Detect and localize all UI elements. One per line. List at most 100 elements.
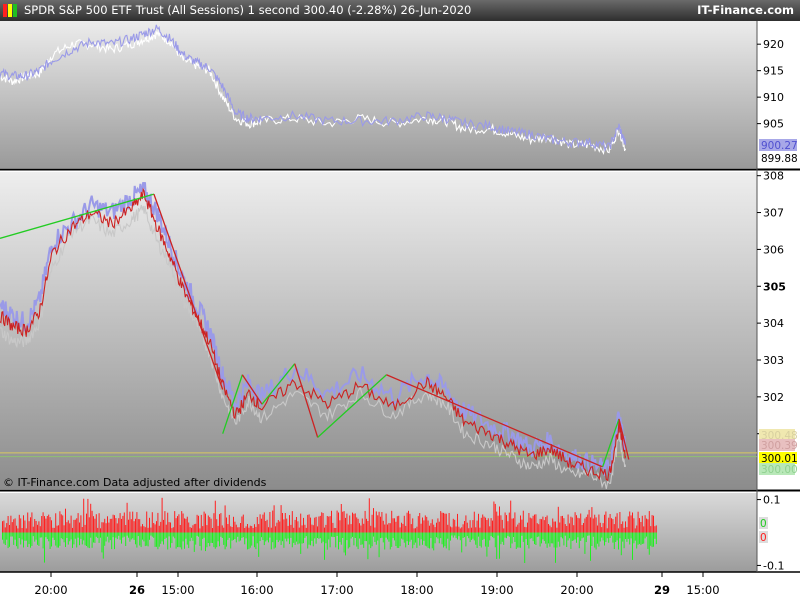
volume-bar-down bbox=[185, 532, 187, 539]
volume-bar-down bbox=[304, 532, 306, 538]
volume-bar-down bbox=[494, 532, 496, 548]
volume-bar-down bbox=[542, 532, 544, 540]
volume-bar-up bbox=[177, 516, 178, 533]
volume-bar-up bbox=[636, 525, 638, 533]
volume-bar-down bbox=[233, 532, 234, 540]
volume-bar-up bbox=[343, 511, 345, 533]
volume-bar-down bbox=[644, 532, 646, 539]
volume-bar-down bbox=[283, 532, 285, 548]
volume-bar-down bbox=[475, 532, 477, 545]
volume-bar-up bbox=[395, 521, 397, 533]
volume-bar-up bbox=[217, 525, 219, 533]
volume-bar-down bbox=[525, 532, 527, 540]
volume-bar-down bbox=[121, 532, 122, 544]
volume-bar-down bbox=[335, 532, 337, 548]
volume-bar-up bbox=[284, 513, 286, 533]
volume-bar-up bbox=[592, 518, 594, 533]
volume-bar-up bbox=[10, 515, 12, 533]
volume-bar-down bbox=[415, 532, 416, 543]
volume-bar-down bbox=[622, 532, 624, 542]
volume-bar-down bbox=[361, 532, 363, 545]
volume-bar-down bbox=[65, 532, 66, 547]
volume-bar-down bbox=[578, 532, 580, 549]
volume-bar-up bbox=[147, 527, 149, 533]
volume-bar-up bbox=[468, 528, 470, 533]
volume-bar-up bbox=[122, 515, 124, 533]
volume-bar-down bbox=[318, 532, 320, 539]
volume-bar-up bbox=[34, 519, 36, 533]
volume-bar-down bbox=[479, 532, 481, 546]
volume-bar-up bbox=[483, 516, 485, 533]
volume-bar-up bbox=[639, 518, 640, 533]
volume-bar-down bbox=[426, 532, 428, 547]
volume-bar-down bbox=[564, 532, 566, 536]
volume-bar-down bbox=[536, 532, 538, 538]
volume-bar-down bbox=[322, 532, 324, 542]
volume-bar-down bbox=[196, 532, 198, 536]
volume-bar-up bbox=[429, 525, 430, 533]
volume-bar-up bbox=[490, 518, 492, 533]
volume-bar-down bbox=[504, 532, 506, 538]
volume-bar-down bbox=[200, 532, 202, 551]
volume-bar-up bbox=[549, 525, 551, 533]
x-tick-label: 15:00 bbox=[686, 583, 719, 597]
volume-bar-up bbox=[510, 500, 512, 533]
volume-bar-up bbox=[654, 526, 656, 533]
volume-bar-up bbox=[165, 524, 167, 533]
volume-bar-up bbox=[521, 519, 523, 533]
volume-bar-down bbox=[90, 532, 92, 538]
volume-bar-down bbox=[520, 532, 521, 548]
volume-bar-up bbox=[380, 516, 381, 533]
volume-bar-up bbox=[130, 519, 132, 533]
volume-bar-down bbox=[282, 532, 283, 542]
volume-bar-down bbox=[174, 532, 176, 539]
volume-bar-down bbox=[266, 532, 268, 541]
volume-bar-down bbox=[398, 532, 400, 548]
volume-bar-down bbox=[620, 532, 622, 556]
volume-bar-down bbox=[555, 532, 556, 563]
volume-bar-up bbox=[98, 513, 100, 533]
volume-bar-down bbox=[105, 532, 107, 542]
volume-bar-down bbox=[473, 532, 475, 541]
volume-bar-up bbox=[374, 527, 376, 533]
volume-bar-down bbox=[430, 532, 432, 539]
volume-bar-down bbox=[76, 532, 78, 548]
volume-bar-up bbox=[485, 517, 486, 533]
y-tick-label: 302 bbox=[763, 391, 784, 404]
volume-bar-up bbox=[123, 512, 125, 533]
volume-bar-down bbox=[305, 532, 307, 537]
volume-bar-up bbox=[492, 520, 493, 533]
volume-bar-down bbox=[612, 532, 614, 543]
volume-bar-up bbox=[606, 528, 608, 533]
volume-bar-up bbox=[613, 524, 615, 533]
volume-bar-down bbox=[307, 532, 309, 549]
chart-area[interactable]: 9209159109053083073063053043033023010.1-… bbox=[0, 21, 800, 600]
volume-bar-down bbox=[609, 532, 611, 538]
volume-bar-down bbox=[55, 532, 57, 546]
volume-bar-up bbox=[630, 515, 632, 533]
volume-bar-up bbox=[241, 516, 243, 533]
volume-bar-down bbox=[6, 532, 8, 540]
volume-bar-down bbox=[538, 532, 540, 537]
volume-bar-down bbox=[102, 532, 104, 559]
volume-bar-up bbox=[277, 520, 279, 533]
volume-bar-down bbox=[203, 532, 205, 538]
volume-bar-up bbox=[643, 526, 645, 533]
volume-bar-up bbox=[482, 514, 484, 533]
volume-bar-up bbox=[251, 526, 253, 533]
volume-bar-down bbox=[286, 532, 288, 542]
volume-bar-up bbox=[385, 513, 387, 533]
volume-bar-up bbox=[336, 510, 338, 533]
volume-bar-up bbox=[94, 518, 96, 533]
volume-bar-up bbox=[608, 517, 610, 533]
volume-bar-down bbox=[324, 532, 325, 560]
volume-bar-up bbox=[181, 511, 183, 533]
volume-bar-down bbox=[468, 532, 470, 539]
volume-bar-up bbox=[58, 525, 59, 533]
volume-bar-up bbox=[286, 518, 288, 533]
volume-bar-down bbox=[422, 532, 423, 545]
volume-bar-down bbox=[275, 532, 276, 548]
volume-bar-down bbox=[566, 532, 568, 547]
volume-bar-down bbox=[135, 532, 136, 545]
volume-bar-up bbox=[353, 513, 355, 533]
